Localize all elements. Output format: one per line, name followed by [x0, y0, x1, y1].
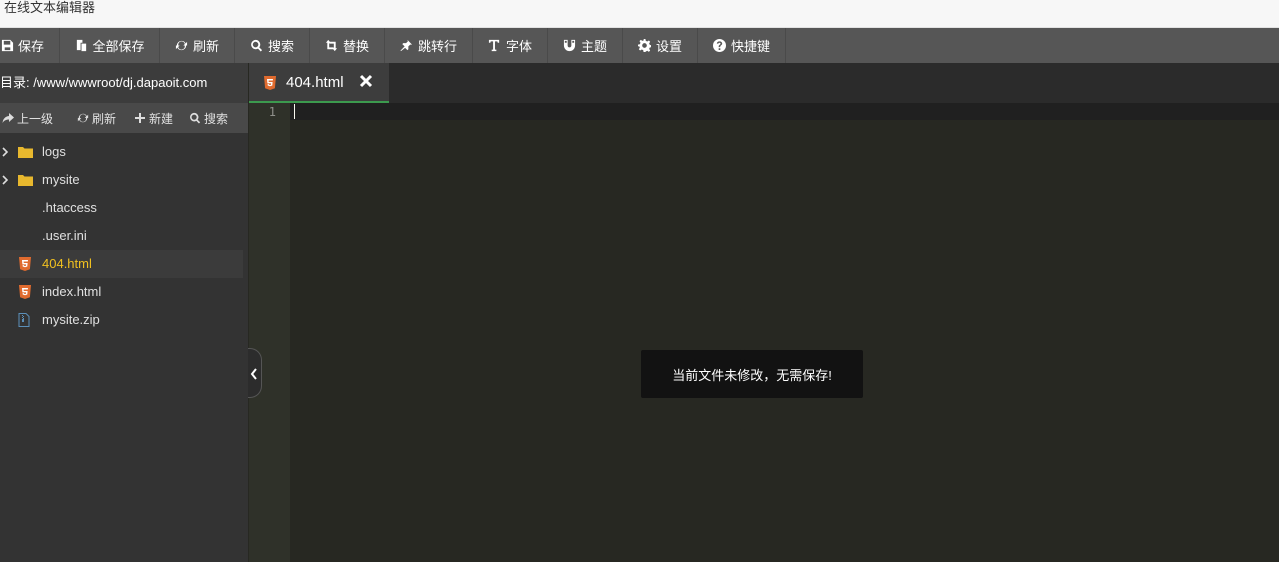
chevron-left-icon	[250, 368, 257, 380]
folder-icon	[18, 145, 33, 159]
window-titlebar: 在线文本编辑器	[0, 0, 1279, 28]
theme-button-label: 主题	[580, 39, 607, 54]
zip-file-icon	[18, 313, 33, 327]
line-gutter: 1	[249, 103, 290, 562]
sidebar-refresh-label: 刷新	[92, 111, 117, 126]
save-all-button[interactable]: 全部保存	[60, 28, 160, 63]
file-sidebar: 目录: /www/wwwroot/dj.dapaoit.com 上一级 刷新 新…	[0, 63, 248, 562]
pin-icon	[400, 39, 414, 53]
list-item-file-404-html[interactable]: 404.html	[0, 250, 243, 278]
tab-label: 404.html	[286, 74, 344, 91]
question-icon	[713, 39, 727, 53]
goto-line-button[interactable]: 跳转行	[385, 28, 473, 63]
list-item-file-user-ini[interactable]: .user.ini	[0, 222, 243, 250]
parent-dir-label: 上一级	[17, 111, 54, 126]
refresh-button-label: 刷新	[192, 39, 219, 54]
search-icon	[250, 39, 264, 53]
chevron-right-icon[interactable]	[0, 146, 12, 158]
magnet-icon	[563, 39, 577, 53]
file-name: .user.ini	[42, 228, 87, 243]
search-button-label: 搜索	[267, 39, 294, 54]
save-button[interactable]: 保存	[0, 28, 60, 63]
sidebar-search-button[interactable]: 搜索	[181, 110, 236, 127]
html5-icon	[18, 285, 33, 299]
text-cursor	[294, 104, 295, 119]
refresh-icon	[77, 113, 89, 123]
file-name: 404.html	[42, 256, 92, 271]
shortcuts-button-label: 快捷键	[730, 39, 770, 54]
line-number: 1	[268, 105, 276, 119]
toast-message: 当前文件未修改，无需保存!	[641, 350, 863, 398]
sidebar-refresh-button[interactable]: 刷新	[61, 110, 124, 127]
list-item-file-index-html[interactable]: index.html	[0, 278, 243, 306]
file-name: index.html	[42, 284, 102, 299]
list-item-file-mysite-zip[interactable]: mysite.zip	[0, 306, 243, 334]
refresh-button[interactable]: 刷新	[160, 28, 235, 63]
list-item-folder-logs[interactable]: logs	[0, 138, 243, 166]
refresh-icon	[175, 39, 189, 53]
replace-button-label: 替换	[342, 39, 369, 54]
file-name: logs	[42, 144, 66, 159]
html5-icon	[263, 76, 277, 90]
new-file-button[interactable]: 新建	[124, 110, 181, 127]
save-all-button-label: 全部保存	[92, 39, 145, 54]
html5-icon	[18, 257, 33, 271]
file-list: logs mysite .htaccess .user.ini 404.html…	[0, 133, 248, 334]
new-file-label: 新建	[149, 111, 174, 126]
theme-button[interactable]: 主题	[548, 28, 623, 63]
share-icon	[2, 113, 14, 123]
chevron-right-icon[interactable]	[0, 174, 12, 186]
sidebar-search-label: 搜索	[204, 111, 229, 126]
file-name: .htaccess	[42, 200, 97, 215]
window-title: 在线文本编辑器	[4, 0, 96, 15]
close-icon[interactable]	[359, 74, 373, 88]
active-line	[290, 103, 1279, 120]
search-button[interactable]: 搜索	[235, 28, 310, 63]
collapse-sidebar-button[interactable]	[248, 348, 262, 398]
code-editor[interactable]: 1	[249, 103, 1279, 562]
directory-path: 目录: /www/wwwroot/dj.dapaoit.com	[0, 63, 248, 103]
settings-button[interactable]: 设置	[623, 28, 698, 63]
font-button[interactable]: 字体	[473, 28, 548, 63]
save-icon	[0, 39, 14, 53]
sidebar-toolbar: 上一级 刷新 新建 搜索	[0, 103, 248, 133]
parent-dir-button[interactable]: 上一级	[0, 110, 61, 127]
copy-icon	[74, 39, 88, 53]
search-icon	[190, 112, 201, 124]
plus-icon	[135, 113, 146, 123]
editor-tabbar: 404.html	[249, 63, 1279, 103]
gear-icon	[638, 39, 652, 53]
shortcuts-button[interactable]: 快捷键	[698, 28, 786, 63]
replace-button[interactable]: 替换	[310, 28, 385, 63]
save-button-label: 保存	[18, 39, 45, 54]
list-item-folder-mysite[interactable]: mysite	[0, 166, 243, 194]
tab-404-html[interactable]: 404.html	[249, 63, 389, 103]
text-height-icon	[488, 39, 502, 53]
retweet-icon	[325, 39, 339, 53]
settings-button-label: 设置	[655, 39, 682, 54]
main-toolbar: 保存 全部保存 刷新 搜索 替换 跳转行 字体 主题 设置 快捷键	[0, 28, 1279, 63]
file-name: mysite.zip	[42, 312, 100, 327]
file-name: mysite	[42, 172, 80, 187]
list-item-file-htaccess[interactable]: .htaccess	[0, 194, 243, 222]
goto-line-button-label: 跳转行	[417, 39, 457, 54]
folder-icon	[18, 173, 33, 187]
font-button-label: 字体	[505, 39, 532, 54]
